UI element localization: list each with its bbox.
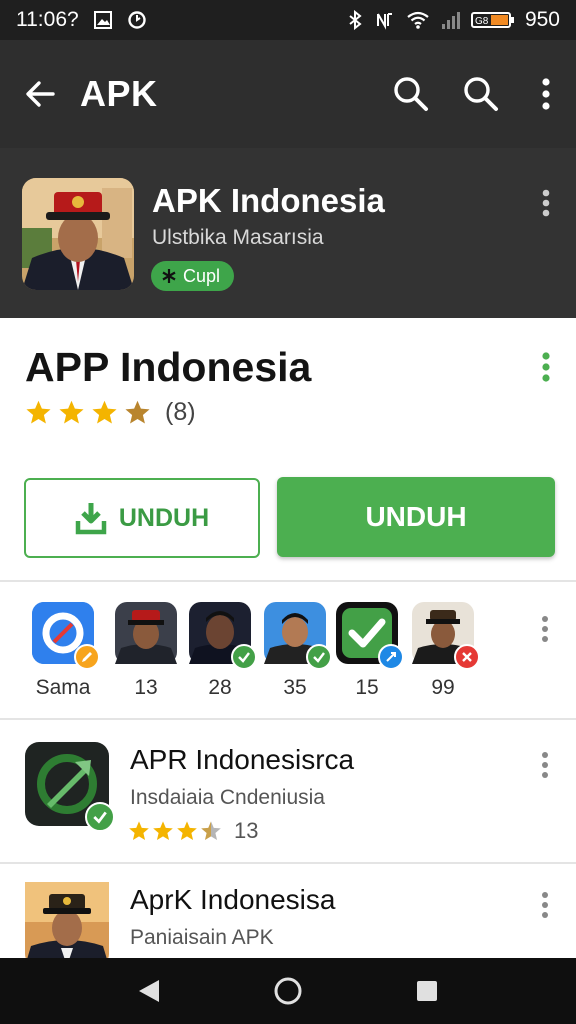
list-item-subtitle: Paniaisain APK bbox=[130, 926, 274, 949]
strip-item-label: 15 bbox=[355, 676, 379, 699]
status-time: 11:06? bbox=[16, 8, 79, 31]
more-vert-icon[interactable] bbox=[534, 188, 558, 218]
star-filled-icon bbox=[92, 400, 117, 424]
svg-text:G8: G8 bbox=[475, 16, 489, 27]
arrow-left-icon bbox=[26, 81, 55, 107]
star-filled-icon bbox=[177, 821, 197, 840]
nfc-icon bbox=[376, 13, 392, 30]
pencil-icon bbox=[74, 644, 100, 670]
sync-icon bbox=[378, 644, 404, 670]
app-icon bbox=[115, 602, 177, 664]
app-icon bbox=[412, 602, 480, 670]
back-triangle-icon bbox=[139, 980, 160, 1002]
battery-text: 950 bbox=[524, 8, 560, 31]
list-item-rating: 13 bbox=[128, 818, 258, 844]
check-icon bbox=[85, 802, 115, 832]
check-icon bbox=[231, 644, 257, 670]
wifi-icon bbox=[407, 11, 429, 29]
featured-app-name: APK Indonesia bbox=[152, 182, 385, 219]
system-nav-bar bbox=[0, 958, 576, 1024]
app-bar: APK bbox=[0, 40, 576, 148]
featured-badge[interactable]: Cupl bbox=[151, 261, 235, 291]
featured-app-card[interactable]: APK Indonesia Ulstbika Masarısia Cupl bbox=[0, 148, 576, 318]
featured-app-subtitle: Ulstbika Masarısia bbox=[152, 226, 324, 249]
star-filled-icon bbox=[26, 400, 51, 424]
download-button-label: UNDUH bbox=[365, 501, 467, 532]
strip-item[interactable]: 13 bbox=[115, 602, 177, 700]
app-bar-title: APK bbox=[80, 73, 158, 114]
app-icon bbox=[264, 602, 332, 670]
search-icon bbox=[464, 77, 498, 111]
strip-item-label: 99 bbox=[431, 676, 455, 699]
related-apps-strip: Sama 13 28 35 15 99 bbox=[0, 600, 576, 710]
nav-back-button[interactable] bbox=[129, 971, 169, 1011]
more-vert-icon bbox=[542, 78, 550, 110]
strip-item[interactable]: 99 bbox=[412, 602, 480, 700]
star-filled-icon bbox=[153, 821, 173, 840]
check-icon bbox=[306, 644, 332, 670]
close-icon bbox=[454, 644, 480, 670]
app-icon bbox=[189, 602, 257, 670]
image-icon bbox=[93, 11, 112, 29]
list-item[interactable]: APR Indonesisrca Insdaiaia Cndeniusia 13 bbox=[0, 720, 576, 860]
rating-count: (8) bbox=[165, 398, 196, 426]
strip-item-label: 28 bbox=[208, 676, 232, 699]
recents-square-icon bbox=[416, 981, 437, 1001]
more-vert-icon[interactable] bbox=[534, 350, 558, 384]
download-icon bbox=[75, 503, 107, 535]
list-item-icon bbox=[25, 882, 109, 966]
strip-item[interactable]: 28 bbox=[189, 602, 257, 700]
back-button[interactable] bbox=[0, 40, 80, 148]
more-vert-icon[interactable] bbox=[534, 890, 556, 920]
star-filled-icon bbox=[125, 400, 150, 424]
strip-item[interactable]: 35 bbox=[264, 602, 332, 700]
alarm-icon bbox=[127, 11, 146, 29]
battery-icon: G8 bbox=[470, 12, 514, 28]
more-vert-icon[interactable] bbox=[534, 614, 556, 644]
bluetooth-icon bbox=[349, 10, 362, 30]
featured-badge-label: Cupl bbox=[183, 265, 221, 286]
search-icon bbox=[394, 77, 428, 111]
list-item-title: AprK Indonesisa bbox=[130, 884, 336, 915]
main-app-name: APP Indonesia bbox=[25, 344, 312, 390]
list-item-subtitle: Insdaiaia Cndeniusia bbox=[130, 786, 325, 809]
download-outline-button[interactable]: UNDUH bbox=[24, 478, 260, 558]
strip-item[interactable]: Sama bbox=[32, 602, 100, 700]
download-button[interactable]: UNDUH bbox=[277, 477, 555, 557]
strip-item-label: 35 bbox=[283, 676, 307, 699]
divider bbox=[0, 580, 576, 582]
list-item-icon bbox=[25, 742, 115, 832]
star-half-icon bbox=[201, 821, 221, 840]
signal-icon bbox=[441, 12, 460, 29]
app-icon bbox=[32, 602, 100, 670]
list-item-title: APR Indonesisrca bbox=[130, 744, 355, 775]
search-button[interactable] bbox=[376, 40, 446, 148]
search-button-secondary[interactable] bbox=[446, 40, 516, 148]
more-vert-icon[interactable] bbox=[534, 750, 556, 780]
strip-item-label: Sama bbox=[35, 676, 91, 699]
strip-item-label: 13 bbox=[134, 676, 158, 699]
overflow-menu-button[interactable] bbox=[516, 40, 576, 148]
home-circle-icon bbox=[274, 977, 302, 1005]
nav-home-button[interactable] bbox=[268, 971, 308, 1011]
nav-recents-button[interactable] bbox=[407, 971, 447, 1011]
star-filled-icon bbox=[59, 400, 84, 424]
list-item-rating-count: 13 bbox=[234, 818, 259, 843]
app-icon bbox=[336, 602, 404, 670]
status-bar: 11:06? G8 950 bbox=[0, 0, 576, 40]
main-app-rating: (8) bbox=[25, 398, 196, 427]
asterisk-icon bbox=[162, 269, 176, 283]
download-outline-label: UNDUH bbox=[118, 503, 210, 532]
star-filled-icon bbox=[129, 821, 149, 840]
strip-item[interactable]: 15 bbox=[336, 602, 404, 700]
featured-app-thumbnail bbox=[22, 178, 134, 290]
